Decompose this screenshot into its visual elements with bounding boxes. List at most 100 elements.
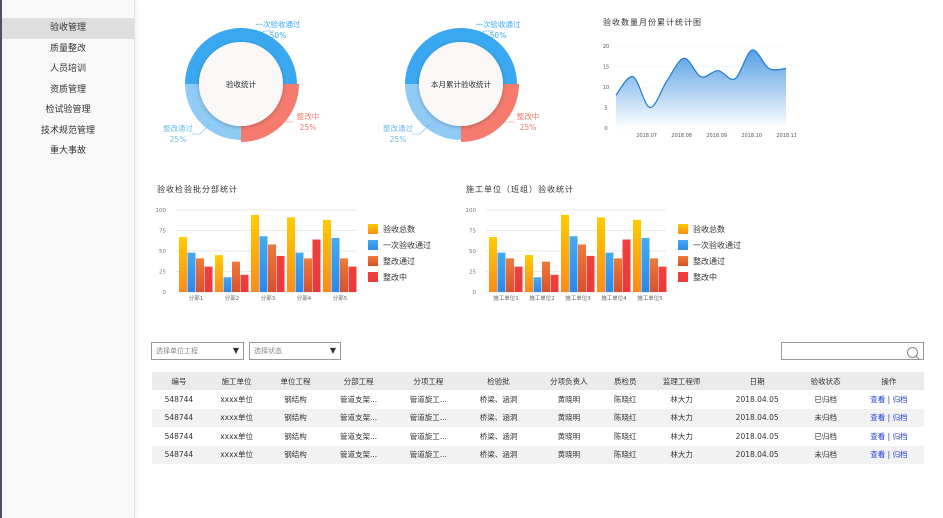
table-cell: 桥梁、涵洞: [463, 408, 534, 427]
legend-label: 整改中: [693, 272, 717, 282]
table-cell: 已归档: [814, 431, 837, 441]
search-input[interactable]: [781, 342, 924, 360]
unit-project-select[interactable]: 选择单位工程 ▼: [151, 342, 244, 360]
bar: [525, 255, 533, 292]
bar: [597, 217, 605, 292]
bar: [312, 239, 321, 292]
status-select[interactable]: 选择状态 ▼: [249, 342, 341, 360]
bar: [633, 219, 641, 292]
table-cell: 管道旋工...: [409, 394, 447, 404]
table-cell: xxxx单位: [205, 445, 268, 464]
sidebar-item[interactable]: 人员培训: [2, 59, 134, 80]
view-link[interactable]: 查看: [870, 413, 885, 422]
table-cell: 陈晓红: [614, 431, 637, 441]
donut-percent-label: 25%: [520, 123, 537, 132]
table-row: 548744 xxxx单位 钢结构 管道支架... 管道旋工... 桥梁、涵洞 黄晓明 陈晓红…: [152, 427, 924, 446]
search-icon[interactable]: [906, 345, 920, 364]
column-header: 施工单位: [205, 372, 268, 390]
sidebar-item[interactable]: 验收管理: [2, 18, 134, 39]
view-link[interactable]: 查看: [870, 395, 885, 404]
y-tick-label: 100: [466, 208, 477, 214]
archive-link[interactable]: 归档: [893, 450, 908, 459]
table-cell: 已归档: [814, 394, 837, 404]
bar: [268, 244, 276, 292]
table-cell: 管道支架...: [340, 431, 378, 441]
column-header: 检验批: [463, 372, 534, 390]
table-cell: 2018.04.05: [716, 408, 798, 427]
dropdown-arrow-icon: ▼: [232, 346, 239, 355]
bar: [514, 266, 523, 292]
bar: [614, 258, 622, 292]
archive-link[interactable]: 归档: [893, 413, 908, 422]
y-tick-label: 5: [604, 106, 607, 112]
y-tick-label: 0: [473, 290, 477, 296]
bar: [251, 214, 259, 292]
table-cell: 未归档: [797, 408, 854, 427]
table-cell: 钢结构: [267, 445, 324, 464]
legend-swatch: [678, 272, 688, 282]
actions-cell: 查看 | 归档: [853, 445, 924, 464]
x-tick-label: 2018.08: [671, 133, 692, 139]
table-cell: 钢结构: [284, 431, 307, 441]
bar: [586, 255, 595, 292]
bar: [489, 237, 497, 292]
bar: [550, 274, 559, 292]
status-placeholder: 选择状态: [254, 347, 282, 355]
column-header: 单位工程: [267, 372, 324, 390]
donut-chart-acceptance: 验收统计 一次验收通过 50% 整改中 25% 整改通过 25%: [163, 19, 319, 144]
table-cell: 548744: [152, 408, 206, 427]
legend-swatch: [368, 224, 378, 234]
sidebar-item[interactable]: 检试验管理: [2, 100, 134, 121]
bar-chart-unit-title: 施工单位（班组）验收统计: [466, 185, 574, 194]
bar: [622, 239, 631, 292]
view-link[interactable]: 查看: [870, 450, 885, 459]
table-cell: 2018.04.05: [716, 445, 798, 464]
table-body: 548744 xxxx单位 钢结构 管道支架... 管道旋工... 桥梁、涵洞 黄晓明 陈晓红…: [152, 390, 924, 464]
actions-cell: 查看 | 归档: [854, 427, 924, 446]
table-cell: 黄晓明: [557, 431, 581, 441]
table-cell: 管道支架...: [323, 408, 394, 427]
column-header: 分项负责人: [533, 372, 605, 390]
x-tick-label: 施工单位3: [565, 294, 591, 302]
donut-legend-label: 整改通过: [163, 123, 193, 133]
sidebar-item[interactable]: 资质管理: [2, 80, 134, 101]
sidebar-item[interactable]: 重大事故: [2, 141, 134, 162]
view-link[interactable]: 查看: [870, 432, 885, 441]
table-cell: 2018.04.05: [735, 431, 779, 441]
y-tick-label: 0: [163, 290, 167, 296]
donut-percent-label: 50%: [490, 31, 507, 40]
y-tick-label: 25: [159, 270, 166, 276]
table-cell: 林大力: [670, 431, 693, 441]
donut-percent-label: 25%: [300, 123, 317, 132]
legend-label: 验收总数: [693, 224, 725, 234]
donut-percent-label: 25%: [170, 135, 187, 144]
donut-legend-label: 整改通过: [383, 123, 413, 133]
bar: [561, 214, 569, 292]
sidebar-menu: 验收管理 质量整改 人员培训 资质管理 检试验管理 技术规范管理 重大事故: [2, 18, 134, 162]
donut-legend-label: 一次验收通过: [256, 19, 301, 29]
legend-swatch: [678, 224, 688, 234]
sidebar-item[interactable]: 技术规范管理: [2, 121, 134, 142]
legend-label: 一次验收通过: [693, 240, 741, 250]
y-tick-label: 20: [603, 44, 609, 50]
table-cell: 管道旋工...: [393, 408, 464, 427]
x-tick-label: 2018.09: [706, 133, 727, 139]
donut-chart-monthly-acceptance: 本月累计验收统计 一次验收通过 50% 整改中 25% 整改通过 25%: [383, 19, 540, 144]
donut-center-label: 本月累计验收统计: [431, 79, 491, 89]
separator: |: [887, 413, 891, 423]
unit-project-placeholder: 选择单位工程: [156, 347, 198, 355]
donut-legend-label: 整改中: [517, 111, 540, 121]
bar: [232, 261, 240, 292]
legend-swatch: [368, 256, 378, 266]
donut-percent-label: 50%: [270, 31, 287, 40]
archive-link[interactable]: 归档: [893, 432, 908, 441]
column-header: 验收状态: [797, 372, 854, 390]
legend-swatch: [678, 256, 688, 266]
bar: [542, 261, 550, 292]
bar: [287, 217, 295, 292]
archive-link[interactable]: 归档: [893, 395, 908, 404]
column-header: 分部工程: [323, 372, 394, 390]
sidebar-item[interactable]: 质量整改: [2, 39, 134, 60]
table-cell: 桥梁、涵洞: [479, 431, 518, 441]
table-row: 548744 xxxx单位 钢结构 管道支架... 管道旋工... 桥梁、涵洞 黄晓明 陈晓红…: [152, 390, 924, 409]
